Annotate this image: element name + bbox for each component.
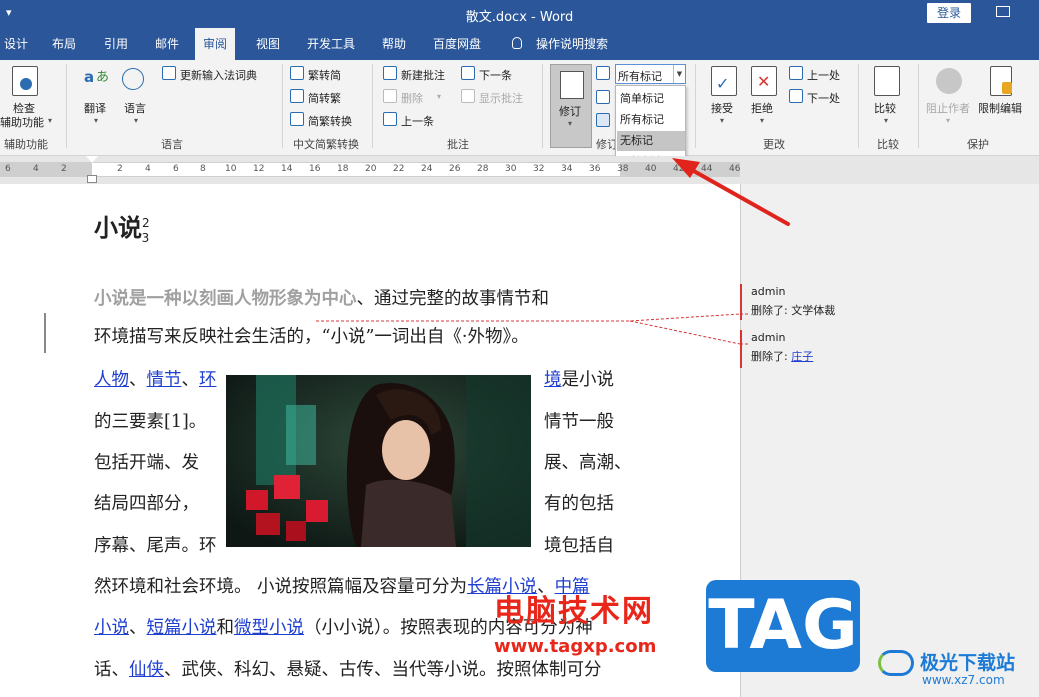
watermark-url: www.tagxp.com bbox=[494, 636, 657, 657]
aurora-logo-icon bbox=[878, 650, 914, 676]
watermark-site-url: www.xz7.com bbox=[922, 673, 1005, 687]
tag-logo: TAG bbox=[706, 580, 860, 672]
watermark-site: 极光下载站 bbox=[920, 652, 1016, 674]
watermark-cn: 电脑技术网 bbox=[494, 594, 654, 629]
